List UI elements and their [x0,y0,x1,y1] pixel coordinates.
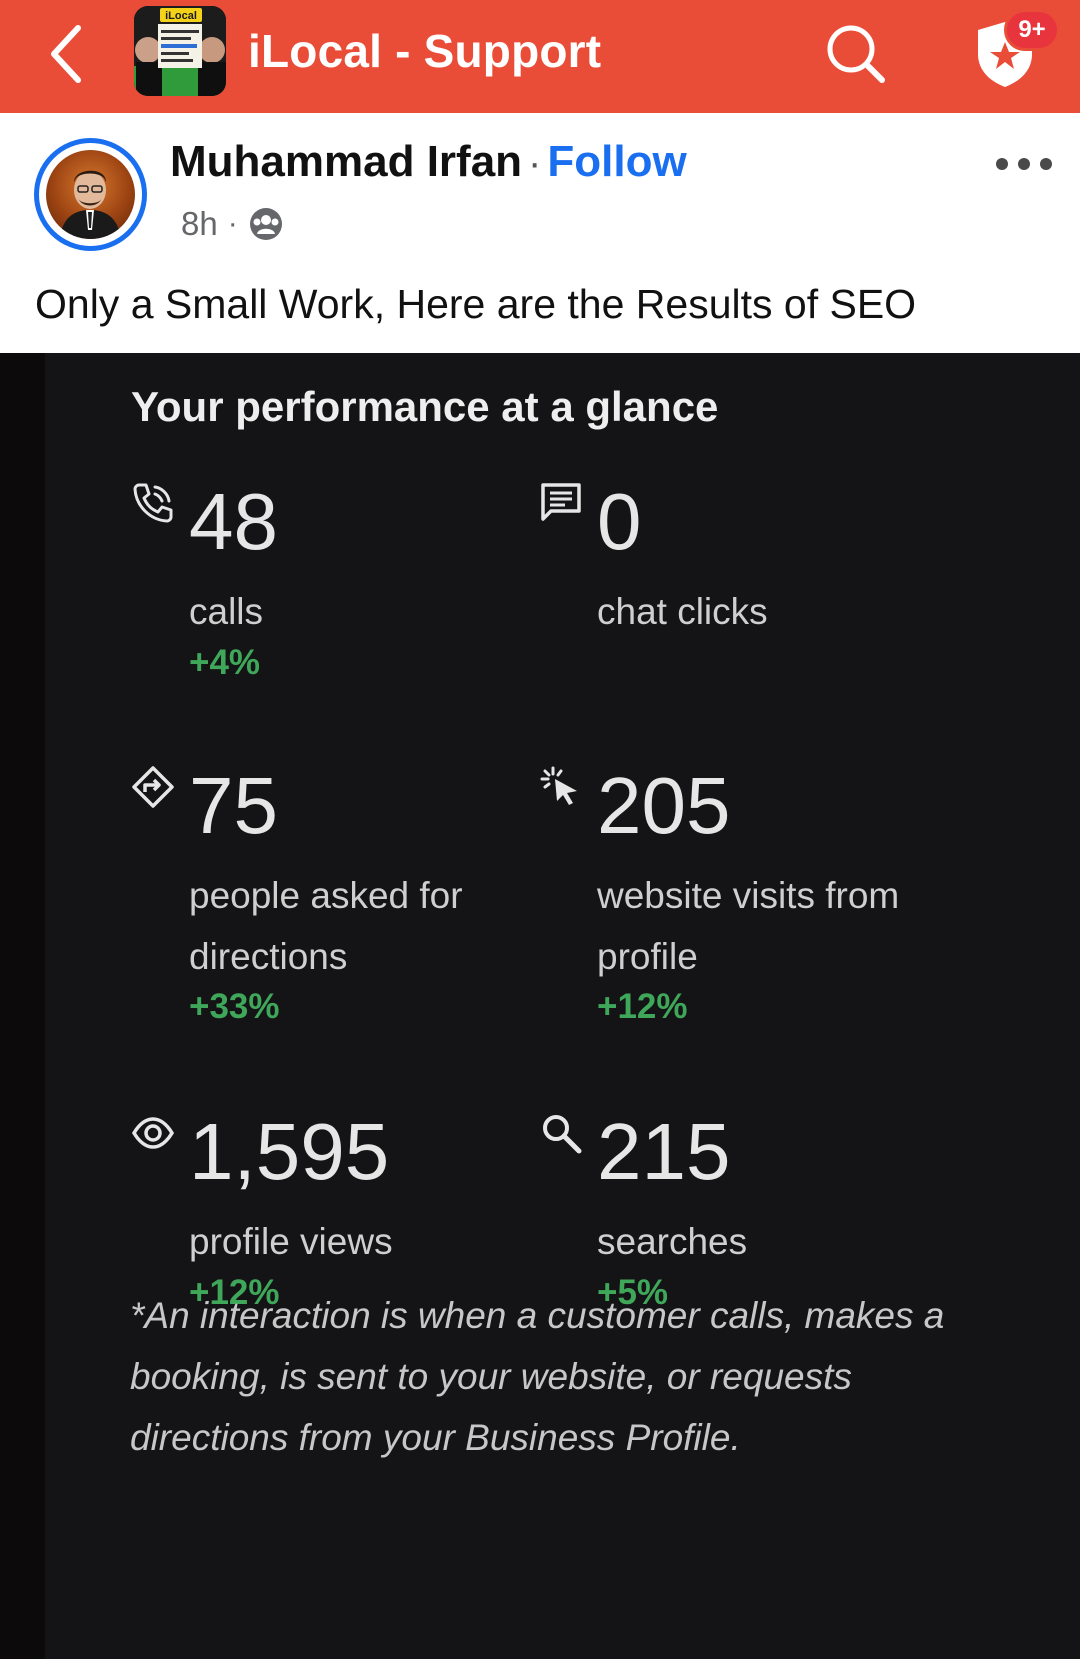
metric-value: 215 [597,1107,731,1196]
author-name[interactable]: Muhammad Irfan [170,137,522,186]
metric-value: 205 [597,761,731,850]
eye-icon [131,1117,175,1149]
group-thumbnail[interactable]: iLocal [134,6,226,96]
metric-calls: 48 calls +4% [131,477,531,682]
post-timestamp[interactable]: 8h [181,205,218,243]
post-header: Muhammad Irfan · Follow 8h · Only a Small … [0,113,1080,353]
avatar-photo [46,150,135,239]
svg-text:iLocal: iLocal [165,10,197,22]
author-avatar[interactable] [34,138,147,251]
group-thumbnail-image: iLocal [134,6,226,96]
meta-separator: · [227,207,238,240]
interaction-footnote: *An interaction is when a customer calls… [130,1295,945,1458]
separator-dot: · [528,141,542,185]
app-header: iLocal iLocal - Support 9+ [0,0,1080,113]
performance-title: Your performance at a glance [131,383,719,430]
metric-chat-clicks: 0 chat clicks [539,477,939,681]
metric-label: chat clicks [597,591,768,632]
metric-value: 48 [189,477,278,566]
metric-value: 1,595 [189,1107,390,1196]
metric-label: website visits from profile [597,875,900,977]
back-arrow-icon[interactable] [36,18,100,90]
metric-profile-views: 1,595 profile views +12% [131,1107,531,1312]
group-members-icon [249,208,282,240]
follow-button[interactable]: Follow [547,137,686,186]
metric-label: profile views [189,1221,393,1262]
metric-change: +33% [189,987,280,1026]
phone-call-icon [133,483,173,523]
search-icon[interactable] [822,20,888,86]
more-options-icon[interactable] [994,151,1054,177]
author-line: Muhammad Irfan · Follow [170,137,687,187]
group-title[interactable]: iLocal - Support [248,24,601,78]
post-image[interactable]: Your performance at a glance 48 calls +4… [0,353,1080,1659]
click-cursor-icon [540,766,577,805]
metric-searches: 215 searches +5% [539,1107,939,1312]
search-icon [543,1115,582,1154]
metric-directions: 75 people asked for directions +33% [131,761,531,1026]
metric-change: +4% [189,643,261,682]
notification-badge[interactable]: 9+ [1004,9,1060,51]
metric-value: 75 [189,761,278,850]
metric-value: 0 [597,477,642,566]
metric-label: people asked for directions [189,875,463,977]
directions-icon [132,766,174,808]
metric-label: searches [597,1221,748,1262]
post-meta: 8h · [181,205,284,243]
metric-website-visits: 205 website visits from profile +12% [539,761,939,1026]
post-caption: Only a Small Work, Here are the Results … [35,281,917,327]
chat-icon [541,483,581,521]
metric-change: +12% [597,987,688,1026]
metric-label: calls [189,591,264,632]
performance-card: Your performance at a glance 48 calls +4… [45,353,1080,1659]
